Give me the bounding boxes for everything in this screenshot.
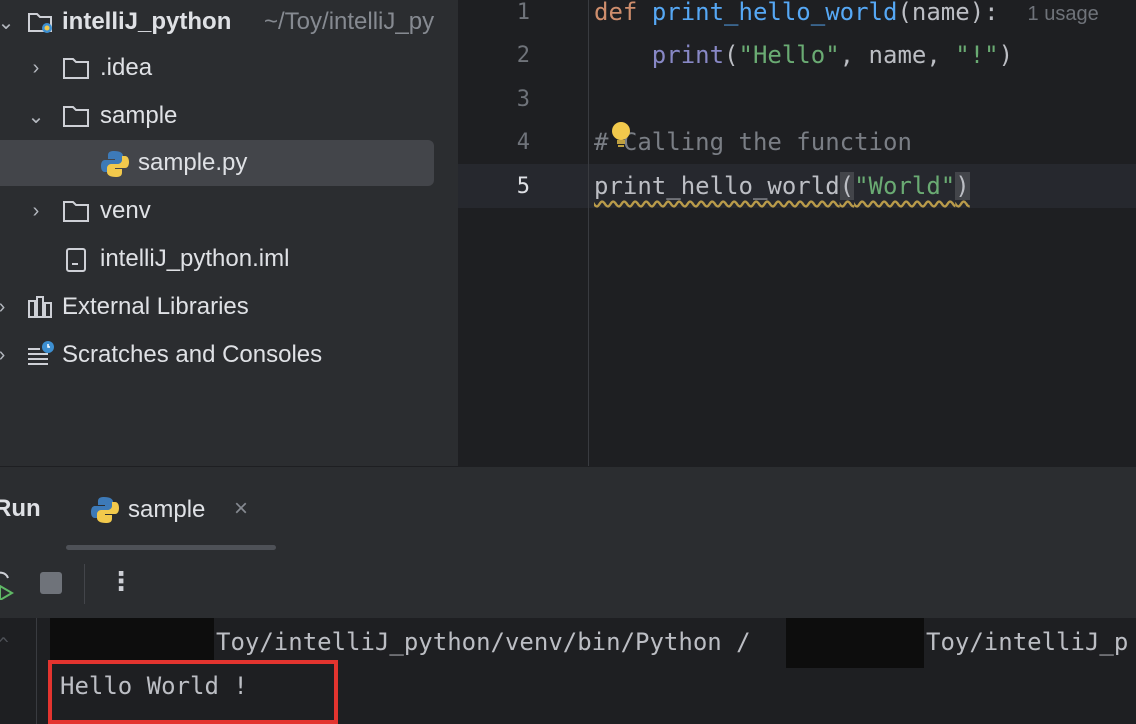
comment-hash: # [594,128,609,156]
chevron-right-icon[interactable]: › [0,296,12,319]
string-literal: "World" [854,172,956,200]
code-line-1[interactable]: def print_hello_world(name): 1 usage [594,0,1099,26]
line-number: 2 [516,43,530,68]
function-name: print_hello_world [651,0,898,26]
run-tab-label: sample [128,496,206,523]
code-line-5[interactable]: print_hello_world("World") [594,172,970,200]
project-root-row[interactable]: ⌄ intelliJ_python ~/Toy/intelliJ_py [0,0,458,44]
project-root-path: ~/Toy/intelliJ_py [264,8,435,35]
function-call: print_hello_world [594,172,840,200]
project-panel: ⌄ intelliJ_python ~/Toy/intelliJ_py › .i… [0,0,458,466]
rerun-icon[interactable] [0,570,16,605]
console-command-text: Toy/intelliJ_python/venv/bin/Python / [216,628,751,656]
python-icon [100,149,130,186]
tree-item-label: sample.py [138,149,248,176]
line-number-current: 5 [516,174,530,199]
tree-item-label: .idea [100,54,153,81]
chevron-right-icon[interactable]: › [26,200,46,223]
code-line-4[interactable]: # Calling the function [594,128,912,156]
code-line-2[interactable]: print("Hello", name, "!") [594,41,1013,69]
keyword-def: def [594,0,638,26]
gutter-separator [588,0,589,466]
line-number: 4 [516,130,530,155]
tree-item-label: sample [100,102,178,129]
console-gutter-separator [36,618,37,724]
console-command-text: Toy/intelliJ_p [926,628,1129,656]
tree-item-label: External Libraries [62,293,249,320]
tree-item-scratches[interactable]: › Scratches and Consoles [0,333,458,377]
run-panel-title: Run [0,495,41,522]
comment-text: Calling the function [622,128,912,156]
chevron-right-icon[interactable]: › [0,344,12,367]
folder-icon [62,199,90,230]
folder-icon [62,104,90,135]
code-text: ) [998,41,1014,69]
libraries-icon [26,293,54,328]
chevron-down-icon[interactable]: ⌄ [0,10,16,35]
more-options-icon[interactable]: ⋮ [108,566,134,597]
tree-item-external-libraries[interactable]: › External Libraries [0,285,458,329]
folder-icon [62,56,90,87]
string-literal: "!" [955,41,999,69]
tree-item-idea[interactable]: › .idea [0,46,458,90]
paren-match: ( [839,172,855,200]
python-icon [90,495,120,530]
chevron-right-icon[interactable]: › [26,57,46,80]
tree-item-label: Scratches and Consoles [62,341,323,368]
stop-icon[interactable] [40,572,62,594]
paren-match: ) [955,172,970,200]
code-editor[interactable]: 1 2 3 4 5 def print_hello_world(name): 1… [458,0,1136,466]
chevron-up-icon[interactable]: ^ [0,634,9,655]
run-tab-sample[interactable]: sample × [66,467,276,551]
run-toolbar: ⋮ [0,550,1136,618]
tree-item-label: venv [100,197,151,224]
toolbar-separator [84,564,85,604]
scratches-icon [26,339,56,376]
tree-item-venv[interactable]: › venv [0,189,458,233]
module-file-icon [64,247,88,280]
code-text: , name, [839,41,956,69]
run-tool-window-header: Run sample × [0,466,1136,551]
module-folder-icon [26,8,54,43]
redacted-block [50,618,214,662]
tree-item-sample-folder[interactable]: ⌄ sample [0,94,458,138]
code-text: (name): [897,0,999,26]
run-console[interactable]: ^ Toy/intelliJ_python/venv/bin/Python / … [0,618,1136,724]
line-number: 1 [516,0,530,25]
builtin-print: print [651,41,725,69]
project-root-name: intelliJ_python [62,8,232,35]
tree-item-iml[interactable]: intelliJ_python.iml [0,237,458,281]
highlight-box [48,660,338,724]
usage-hint[interactable]: 1 usage [1028,3,1099,25]
string-literal: "Hello" [738,41,840,69]
lightbulb-icon[interactable] [608,119,634,155]
redacted-block [786,618,924,668]
chevron-down-icon[interactable]: ⌄ [26,104,46,129]
code-text: ( [724,41,739,69]
close-icon[interactable]: × [234,495,248,523]
tree-item-sample-py[interactable]: sample.py [0,141,458,185]
console-gutter: ^ [0,618,36,724]
line-number: 3 [516,87,530,112]
tree-item-label: intelliJ_python.iml [100,245,290,272]
